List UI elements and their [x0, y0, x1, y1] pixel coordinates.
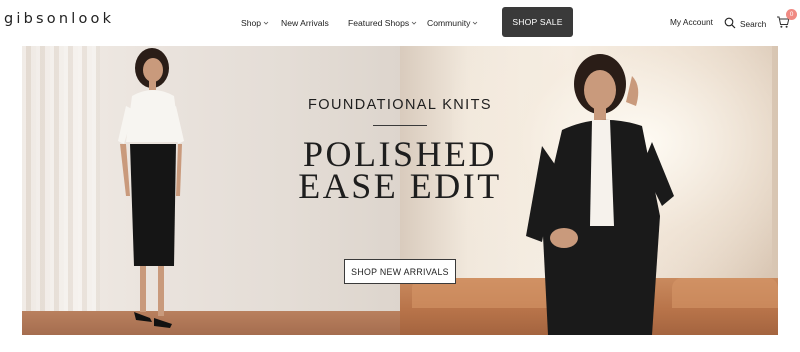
chevron-down-icon: [411, 20, 417, 26]
nav-shop[interactable]: Shop: [241, 18, 269, 28]
nav-featured-shops[interactable]: Featured Shops: [348, 18, 417, 28]
search-icon: [724, 17, 736, 31]
my-account-label: My Account: [670, 17, 713, 27]
curtain-decoration: [22, 46, 100, 335]
nav-community[interactable]: Community: [427, 18, 478, 28]
model-figure-right: [526, 54, 674, 335]
hero-banner[interactable]: [22, 46, 778, 335]
shop-new-arrivals-button[interactable]: SHOP NEW ARRIVALS: [344, 259, 456, 284]
floor-decoration: [22, 311, 400, 335]
chevron-down-icon: [472, 20, 478, 26]
brand-logo[interactable]: gibsonlook: [4, 11, 114, 27]
chevron-down-icon: [263, 20, 269, 26]
model-figure-left: [118, 48, 184, 328]
search-label: Search: [740, 19, 767, 29]
hero-image-left: [22, 46, 400, 335]
nav-new-arrivals[interactable]: New Arrivals: [281, 18, 329, 28]
shop-sale-button[interactable]: SHOP SALE: [502, 7, 573, 37]
nav-new-arrivals-label: New Arrivals: [281, 18, 329, 28]
site-header: gibsonlook Shop New Arrivals Featured Sh…: [0, 0, 800, 44]
my-account-link[interactable]: My Account: [670, 17, 713, 27]
nav-featured-shops-label: Featured Shops: [348, 18, 410, 28]
nav-shop-label: Shop: [241, 18, 262, 28]
cart-count-badge: 0: [786, 9, 797, 20]
nav-community-label: Community: [427, 18, 471, 28]
cart-button[interactable]: 0: [776, 9, 798, 32]
search-link[interactable]: Search: [724, 17, 766, 31]
